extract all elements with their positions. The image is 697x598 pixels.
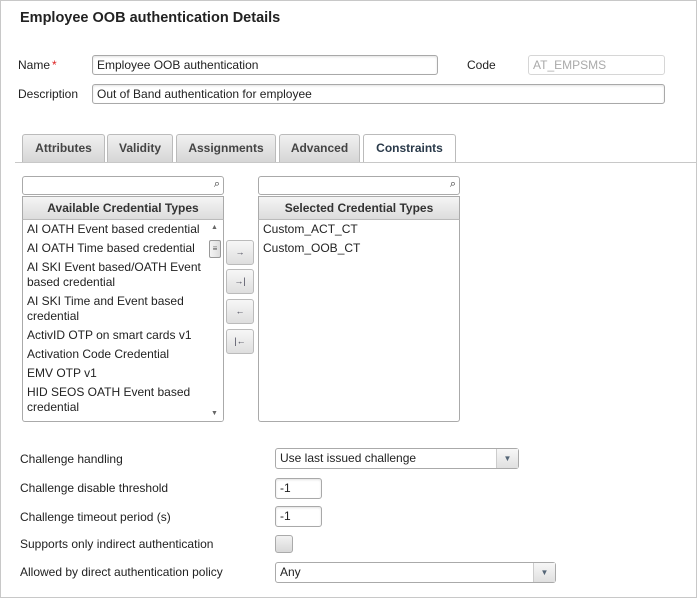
tab-assignments[interactable]: Assignments [176,134,276,162]
name-input[interactable]: Employee OOB authentication [92,55,438,75]
selected-list[interactable]: Custom_ACT_CT Custom_OOB_CT [258,220,460,422]
direct-policy-value: Any [280,565,301,579]
direct-policy-select[interactable]: Any ▼ [275,562,556,583]
scroll-up-icon[interactable]: ▲ [211,224,218,231]
name-label-text: Name [18,58,51,72]
chevron-down-icon[interactable]: ▼ [496,449,518,468]
add-button[interactable]: → [226,240,254,265]
tab-advanced[interactable]: Advanced [279,134,360,162]
timeout-label: Challenge timeout period (s) [20,510,171,524]
tab-divider [15,162,697,163]
direct-policy-label: Allowed by direct authentication policy [20,565,223,579]
available-search-input[interactable]: ⌕ [22,176,224,195]
list-item[interactable]: AI SKI Time and Event based credential [23,292,207,326]
name-label: Name * [18,58,57,72]
tab-attributes[interactable]: Attributes [22,134,105,162]
search-icon: ⌕ [449,178,456,190]
list-item[interactable]: AI SKI Event based/OATH Event based cred… [23,258,207,292]
required-mark: * [52,58,57,72]
scroll-thumb[interactable]: ≡ [209,240,221,258]
list-item[interactable]: Activation Code Credential [23,345,207,364]
available-header: Available Credential Types [22,196,224,220]
scrollbar[interactable]: ▲ ≡ ▼ [207,220,223,421]
list-item[interactable]: Custom_ACT_CT [259,220,459,239]
challenge-handling-select[interactable]: Use last issued challenge ▼ [275,448,519,469]
page-title: Employee OOB authentication Details [20,10,281,26]
code-label: Code [467,58,496,72]
list-item[interactable]: EMV OTP v1 [23,364,207,383]
tab-validity[interactable]: Validity [107,134,173,162]
chevron-down-icon[interactable]: ▼ [533,563,555,582]
list-item[interactable]: AI OATH Event based credential [23,220,207,239]
indirect-auth-checkbox[interactable] [275,535,293,553]
add-all-button[interactable]: →| [226,269,254,294]
challenge-handling-label: Challenge handling [20,452,123,466]
indirect-auth-label: Supports only indirect authentication [20,537,214,551]
disable-threshold-label: Challenge disable threshold [20,481,169,495]
disable-threshold-input[interactable]: -1 [275,478,322,499]
code-input: AT_EMPSMS [528,55,665,75]
selected-header: Selected Credential Types [258,196,460,220]
list-item[interactable]: ActivID OTP on smart cards v1 [23,326,207,345]
remove-all-button[interactable]: |← [226,329,254,354]
tab-constraints[interactable]: Constraints [363,134,456,163]
available-list[interactable]: AI OATH Event based credential AI OATH Ti… [22,220,224,422]
list-item[interactable]: HID SEOS OATH Event based credential [23,383,207,417]
search-icon: ⌕ [213,178,220,190]
list-item[interactable]: Custom_OOB_CT [259,239,459,258]
description-label: Description [18,87,79,101]
description-input[interactable]: Out of Band authentication for employee [92,84,665,104]
challenge-handling-value: Use last issued challenge [280,451,417,465]
list-item[interactable]: AI OATH Time based credential [23,239,207,258]
selected-search-input[interactable]: ⌕ [258,176,460,195]
remove-button[interactable]: ← [226,299,254,324]
scroll-down-icon[interactable]: ▼ [211,410,218,417]
timeout-input[interactable]: -1 [275,506,322,527]
